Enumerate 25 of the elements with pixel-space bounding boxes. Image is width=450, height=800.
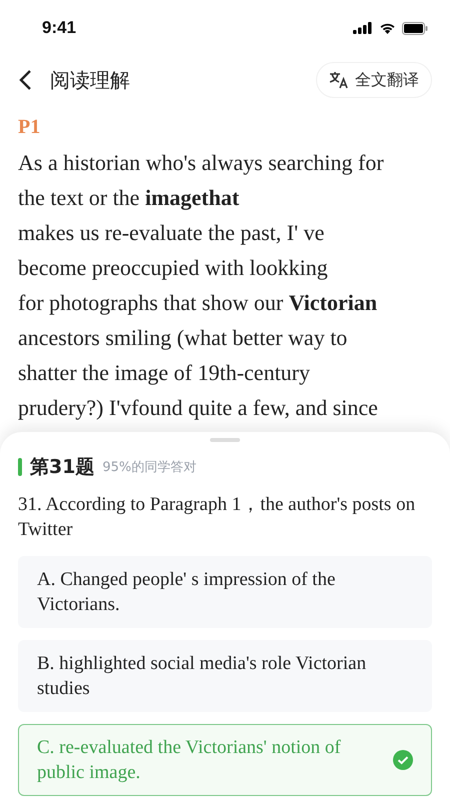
check-icon — [393, 750, 413, 770]
passage-line: As a historian who's always searching for — [18, 149, 385, 177]
translate-button[interactable]: 全文翻译 — [316, 62, 432, 98]
page-title: 阅读理解 — [50, 68, 131, 94]
title-accent — [18, 458, 22, 476]
passage-line: for photographs that show our Victorian — [18, 289, 378, 317]
back-button[interactable] — [18, 69, 32, 91]
passage-line: prudery?) I'vfound quite a few, and since — [18, 394, 379, 422]
correct-rate: 95%的同学答对 — [102, 459, 196, 476]
passage-line: shatter the image of 19th-century — [18, 359, 312, 387]
passage-line: the text or the imagethat — [18, 184, 240, 212]
translate-icon — [329, 71, 349, 89]
signal-icon — [353, 22, 373, 34]
passage-line: makes us re-evaluate the past, I' ve — [18, 219, 326, 247]
passage-line: ancestors smiling (what better way to — [18, 324, 348, 352]
answer-option[interactable]: A. Changed people' s impression of the Victorians. — [18, 556, 432, 628]
paragraph-label: P1 — [18, 116, 42, 139]
question-number: 第31题 — [30, 455, 94, 480]
passage-line: become preoccupied with lookking — [18, 254, 329, 282]
status-time: 9:41 — [42, 18, 76, 38]
answer-option[interactable]: B. highlighted social media's role Victorian studies — [18, 640, 432, 712]
question-text: 31. According to Paragraph 1，the author's posts on Twitter — [18, 493, 416, 542]
drag-handle[interactable] — [210, 438, 240, 442]
wifi-icon — [379, 22, 396, 34]
battery-icon — [402, 22, 428, 34]
